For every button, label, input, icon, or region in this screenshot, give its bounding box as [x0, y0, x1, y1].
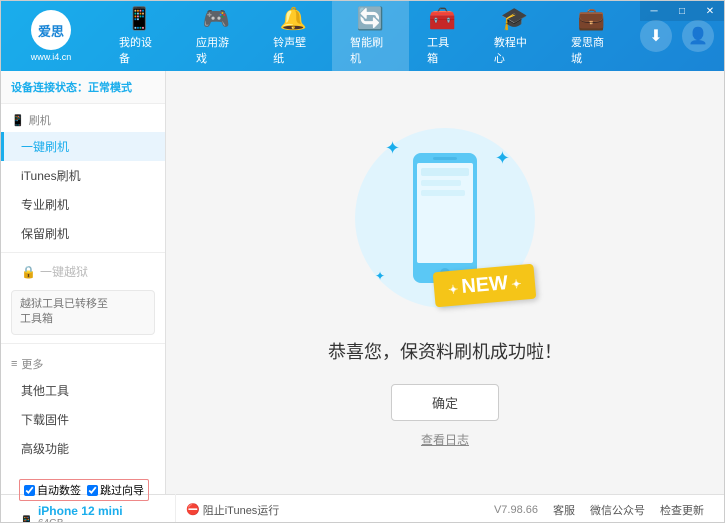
flash-section-header: 📱 刷机 — [1, 104, 165, 132]
advanced-label: 高级功能 — [21, 440, 69, 457]
nav-smart-store[interactable]: 🔄 智能刷机 — [332, 0, 409, 74]
status-label: 设备连接状态： — [11, 82, 88, 94]
sidebar: 设备连接状态：正常模式 📱 刷机 一键刷机 iTunes刷机 专业刷机 保留刷机 — [1, 71, 166, 494]
sidebar-item-jailbreak-disabled: 🔒 一键越狱 — [1, 257, 165, 286]
stop-itunes[interactable]: ⛔ 阻止iTunes运行 — [186, 502, 279, 518]
logo-area: 爱思 www.i4.cn — [11, 10, 91, 62]
smart-store-icon: 🔄 — [357, 6, 384, 32]
check-update-link[interactable]: 检查更新 — [660, 502, 704, 518]
restore-button[interactable]: □ — [668, 1, 696, 21]
flash-icon: 📱 — [11, 114, 25, 127]
logo-url: www.i4.cn — [31, 52, 72, 62]
main-content: 设备连接状态：正常模式 📱 刷机 一键刷机 iTunes刷机 专业刷机 保留刷机 — [1, 71, 724, 494]
nav-tutorial[interactable]: 🎓 教程中心 — [476, 0, 553, 74]
lock-icon: 🔒 — [21, 265, 36, 279]
more-section-header: ≡ 更多 — [1, 348, 165, 376]
stop-icon: ⛔ — [186, 503, 200, 516]
nav-my-device[interactable]: 📱 我的设备 — [101, 0, 178, 74]
nav-think-store[interactable]: 💼 爱思商城 — [553, 0, 630, 74]
think-store-icon: 💼 — [578, 6, 605, 32]
sidebar-item-pro-flash[interactable]: 专业刷机 — [1, 190, 165, 219]
toolbox-icon: 🧰 — [429, 6, 456, 32]
other-tools-label: 其他工具 — [21, 382, 69, 399]
download-button[interactable]: ⬇ — [640, 20, 672, 52]
sparkle-1: ✦ — [385, 138, 400, 159]
nav-smart-store-label: 智能刷机 — [350, 34, 391, 66]
device-phone-icon: 📱 — [19, 515, 34, 523]
bottom-bar: 自动数签 跳过向导 📱 iPhone 12 mini 64GB Down-12m… — [1, 494, 724, 523]
jailbreak-note: 越狱工具已转移至工具箱 — [11, 290, 155, 335]
auto-send-text: 自动数签 — [37, 482, 81, 498]
apps-games-icon: 🎮 — [203, 6, 230, 32]
itunes-flash-label: iTunes刷机 — [21, 167, 81, 184]
device-info: 📱 iPhone 12 mini 64GB Down-12mini-13,1 — [19, 504, 167, 523]
success-message: 恭喜您，保资料刷机成功啦！ — [328, 338, 562, 364]
nav-toolbox[interactable]: 🧰 工具箱 — [409, 0, 476, 74]
top-right-actions: ⬇ 👤 — [640, 20, 714, 52]
secondary-link[interactable]: 查看日志 — [421, 431, 469, 448]
my-device-icon: 📱 — [126, 6, 153, 32]
status-value: 正常模式 — [88, 82, 132, 94]
bottom-links-area: V7.98.66 客服 微信公众号 检查更新 — [494, 502, 704, 518]
device-status: 设备连接状态：正常模式 — [1, 71, 165, 104]
close-button[interactable]: ✕ — [696, 1, 724, 21]
minimize-button[interactable]: ─ — [640, 1, 668, 21]
nav-tutorial-label: 教程中心 — [494, 34, 535, 66]
content-area: ✦ ✦ ✦ NEW — [166, 71, 724, 494]
save-flash-label: 保留刷机 — [21, 225, 69, 242]
nav-think-store-label: 爱思商城 — [571, 34, 612, 66]
sidebar-item-download-firmware[interactable]: 下载固件 — [1, 405, 165, 434]
auto-send-checkbox[interactable] — [24, 485, 35, 496]
one-click-flash-label: 一键刷机 — [21, 138, 69, 155]
download-firmware-label: 下载固件 — [21, 411, 69, 428]
nav-menu: 📱 我的设备 🎮 应用游戏 🔔 铃声壁纸 🔄 智能刷机 🧰 工具箱 🎓 — [101, 0, 630, 74]
sidebar-item-advanced[interactable]: 高级功能 — [1, 434, 165, 463]
device-details: iPhone 12 mini 64GB Down-12mini-13,1 — [38, 504, 123, 523]
sidebar-item-save-flash[interactable]: 保留刷机 — [1, 219, 165, 248]
confirm-button[interactable]: 确定 — [391, 384, 499, 421]
ringtones-icon: 🔔 — [280, 6, 307, 32]
version-text: V7.98.66 — [494, 504, 538, 516]
skip-wizard-label[interactable]: 跳过向导 — [87, 482, 144, 498]
sidebar-item-one-click-flash[interactable]: 一键刷机 — [1, 132, 165, 161]
nav-apps-games-label: 应用游戏 — [196, 34, 237, 66]
nav-apps-games[interactable]: 🎮 应用游戏 — [178, 0, 255, 74]
sidebar-divider-2 — [1, 343, 165, 344]
sparkle-3: ✦ — [375, 269, 385, 283]
device-storage: 64GB — [38, 518, 123, 523]
bottom-right-section: ⛔ 阻止iTunes运行 V7.98.66 客服 微信公众号 检查更新 — [176, 502, 714, 518]
service-link[interactable]: 客服 — [553, 502, 575, 518]
stop-itunes-label: 阻止iTunes运行 — [203, 502, 280, 518]
flash-label: 刷机 — [29, 112, 51, 128]
nav-my-device-label: 我的设备 — [119, 34, 160, 66]
jailbreak-label: 一键越狱 — [40, 263, 88, 280]
sidebar-item-itunes-flash[interactable]: iTunes刷机 — [1, 161, 165, 190]
top-navigation: 爱思 www.i4.cn 📱 我的设备 🎮 应用游戏 🔔 铃声壁纸 🔄 智能刷机 — [1, 1, 724, 71]
checkbox-group: 自动数签 跳过向导 — [19, 479, 149, 501]
sidebar-divider-1 — [1, 252, 165, 253]
auto-send-label[interactable]: 自动数签 — [24, 482, 81, 498]
pro-flash-label: 专业刷机 — [21, 196, 69, 213]
wechat-link[interactable]: 微信公众号 — [590, 502, 645, 518]
sparkle-2: ✦ — [495, 148, 510, 169]
logo-icon: 爱思 — [31, 10, 71, 50]
nav-ringtones[interactable]: 🔔 铃声壁纸 — [255, 0, 332, 74]
tutorial-icon: 🎓 — [501, 6, 528, 32]
sidebar-item-other-tools[interactable]: 其他工具 — [1, 376, 165, 405]
skip-wizard-checkbox[interactable] — [87, 485, 98, 496]
phone-svg — [405, 148, 485, 288]
window-controls: ─ □ ✕ — [640, 1, 724, 21]
nav-ringtones-label: 铃声壁纸 — [273, 34, 314, 66]
phone-illustration: ✦ ✦ ✦ NEW — [345, 118, 545, 318]
more-icon: ≡ — [11, 358, 17, 370]
skip-wizard-text: 跳过向导 — [100, 482, 144, 498]
device-name: iPhone 12 mini — [38, 504, 123, 518]
user-button[interactable]: 👤 — [682, 20, 714, 52]
more-label: 更多 — [21, 356, 43, 372]
nav-toolbox-label: 工具箱 — [427, 34, 458, 66]
